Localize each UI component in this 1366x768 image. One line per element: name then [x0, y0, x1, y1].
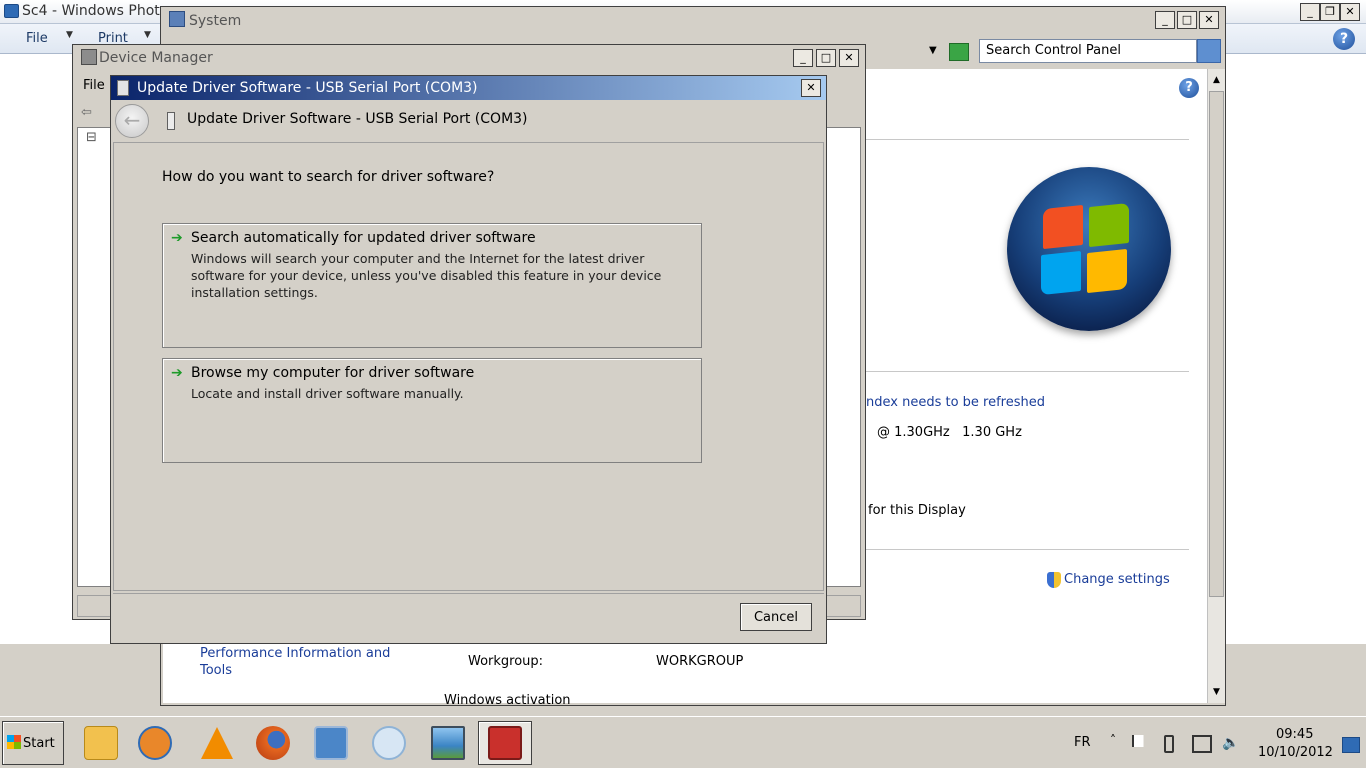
folder-icon [84, 726, 118, 760]
dialog-body: How do you want to search for driver sof… [113, 142, 824, 591]
option-description: Locate and install driver software manua… [191, 386, 464, 401]
green-arrow-icon: ➔ [171, 365, 183, 381]
dialog-title: Update Driver Software - USB Serial Port… [137, 80, 478, 96]
language-indicator[interactable]: FR [1074, 735, 1091, 750]
start-button[interactable]: Start [2, 721, 64, 765]
address-dropdown-icon[interactable]: ▼ [929, 45, 937, 56]
photo-viewer-icon [4, 4, 19, 18]
dm-maximize-button[interactable]: □ [816, 49, 836, 67]
cancel-button[interactable]: Cancel [740, 603, 812, 631]
taskbar: Start FR ˄ 🔈 09:45 10/10/2012 [0, 716, 1366, 768]
update-driver-dialog: Update Driver Software - USB Serial Port… [110, 75, 827, 644]
taskbar-photo-viewer[interactable] [421, 721, 475, 765]
workgroup-value: WORKGROUP [656, 654, 744, 669]
divider [113, 593, 824, 594]
taskbar-folder[interactable] [74, 721, 128, 765]
photo-restore-button[interactable]: ❐ [1320, 3, 1340, 21]
display-text: for this Display [868, 503, 966, 518]
show-hidden-icons-icon[interactable]: ˄ [1110, 733, 1116, 747]
change-settings-link[interactable]: Change settings [1064, 572, 1170, 587]
action-center-flag-icon[interactable] [1132, 735, 1150, 747]
shield-icon [1047, 572, 1061, 588]
browse-computer-option[interactable]: ➔ Browse my computer for driver software… [162, 358, 702, 463]
volume-icon[interactable]: 🔈 [1222, 735, 1240, 753]
clock-time[interactable]: 09:45 [1276, 727, 1313, 742]
help-icon[interactable]: ? [1179, 78, 1199, 98]
remote-desktop-icon [314, 726, 348, 760]
search-input[interactable]: Search Control Panel [979, 39, 1197, 63]
tree-collapse-icon[interactable]: ⊟ [86, 130, 97, 145]
dialog-header-title: Update Driver Software - USB Serial Port… [187, 111, 528, 127]
dm-menu-file[interactable]: File [83, 78, 105, 93]
battery-icon[interactable] [1164, 735, 1174, 753]
taskbar-vlc[interactable] [190, 721, 244, 765]
scroll-up-icon[interactable]: ▲ [1209, 71, 1224, 89]
scroll-down-icon[interactable]: ▼ [1209, 683, 1224, 701]
photo-menu-file[interactable]: File [26, 31, 48, 46]
taskbar-media-player[interactable] [128, 721, 182, 765]
dialog-titlebar: Update Driver Software - USB Serial Port… [111, 76, 826, 100]
search-icon[interactable] [1197, 39, 1221, 63]
back-arrow-icon[interactable]: ← [115, 104, 149, 138]
system-close-button[interactable]: ✕ [1199, 11, 1219, 29]
system-minimize-button[interactable]: _ [1155, 11, 1175, 29]
start-label: Start [23, 736, 55, 751]
paint-icon [372, 726, 406, 760]
dm-close-button[interactable]: ✕ [839, 49, 859, 67]
help-icon[interactable]: ? [1333, 28, 1355, 50]
windows-activation-label: Windows activation [444, 693, 571, 708]
vlc-icon [201, 727, 233, 759]
system-maximize-button[interactable]: □ [1177, 11, 1197, 29]
dialog-close-button[interactable]: ✕ [801, 79, 821, 97]
option-description: Windows will search your computer and th… [191, 251, 662, 300]
network-icon[interactable] [1192, 735, 1212, 753]
system-icon [169, 11, 185, 27]
back-arrow-icon[interactable]: ⇦ [81, 105, 92, 120]
system-titlebar: System _ □ ✕ [161, 7, 1225, 33]
taskbar-paint[interactable] [362, 721, 416, 765]
photo-close-button[interactable]: ✕ [1340, 3, 1360, 21]
device-manager-icon [81, 49, 97, 65]
taskbar-remote-desktop[interactable] [304, 721, 358, 765]
usb-device-icon [167, 112, 175, 130]
chevron-down-icon[interactable]: ▼ [144, 30, 151, 40]
workgroup-label: Workgroup: [468, 654, 544, 669]
chevron-down-icon[interactable]: ▼ [66, 30, 73, 40]
dm-minimize-button[interactable]: _ [793, 49, 813, 67]
taskbar-firefox[interactable] [246, 721, 300, 765]
option-title: Browse my computer for driver software [191, 365, 475, 381]
show-desktop-icon[interactable] [1342, 737, 1360, 753]
photo-viewer-icon [431, 726, 465, 760]
index-refresh-link[interactable]: ndex needs to be refreshed [866, 395, 1045, 410]
green-arrow-icon: ➔ [171, 230, 183, 246]
scroll-thumb[interactable] [1209, 91, 1224, 597]
divider [863, 139, 1189, 140]
refresh-icon[interactable] [949, 43, 969, 61]
system-title: System [189, 13, 242, 29]
clock-date[interactable]: 10/10/2012 [1258, 745, 1333, 760]
divider [863, 371, 1189, 372]
firefox-icon [256, 726, 290, 760]
performance-link[interactable]: Performance Information and Tools [200, 645, 400, 679]
divider [863, 549, 1189, 550]
search-automatically-option[interactable]: ➔ Search automatically for updated drive… [162, 223, 702, 348]
dialog-question: How do you want to search for driver sof… [162, 169, 495, 185]
device-manager-title: Device Manager [99, 50, 213, 66]
usb-device-icon [117, 80, 129, 96]
processor-value: @ 1.30GHz 1.30 GHz [877, 425, 1022, 440]
taskbar-toolbox[interactable] [478, 721, 532, 765]
windows-logo [1007, 167, 1171, 331]
photo-minimize-button[interactable]: _ [1300, 3, 1320, 21]
photo-viewer-title: Sc4 - Windows Phot [22, 3, 160, 19]
toolbox-icon [488, 726, 522, 760]
option-title: Search automatically for updated driver … [191, 230, 536, 246]
media-player-icon [138, 726, 172, 760]
windows-start-icon [7, 735, 21, 749]
